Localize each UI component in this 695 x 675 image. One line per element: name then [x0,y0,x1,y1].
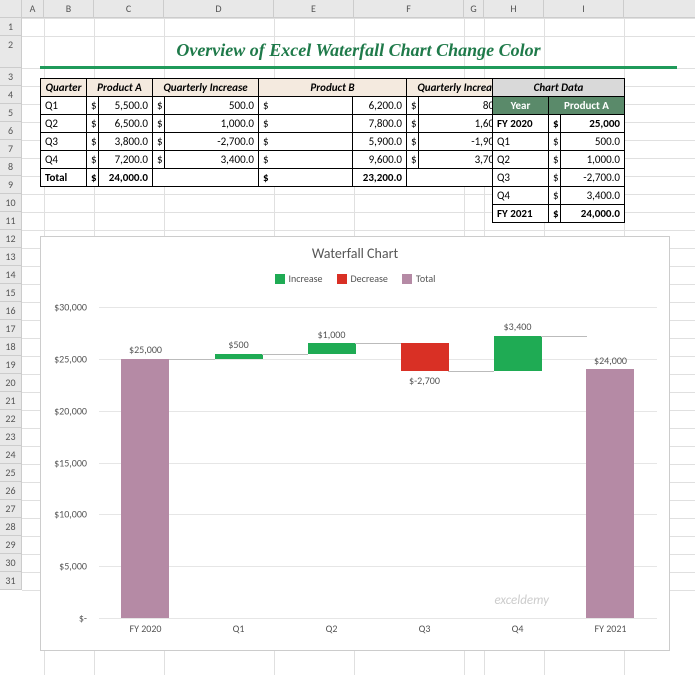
column-headers: ABCDEFGHI [0,0,695,18]
title-rule [40,66,677,69]
main-data-table[interactable]: QuarterProduct AQuarterly IncreaseProduc… [40,78,513,187]
page-title: Overview of Excel Waterfall Chart Change… [40,40,677,61]
x-axis: FY 2020Q1Q2Q3Q4FY 2021 [99,622,657,642]
chart-data-table[interactable]: Chart DataYearProduct AFY 2020$25,000Q1$… [492,78,625,223]
chart-legend: IncreaseDecreaseTotal [41,272,669,285]
row-headers: 1234567891011121314151617181920212223242… [0,18,22,590]
waterfall-chart[interactable]: Waterfall Chart IncreaseDecreaseTotal $3… [40,236,670,651]
worksheet[interactable]: Overview of Excel Waterfall Chart Change… [22,18,695,675]
chart-title: Waterfall Chart [41,245,669,262]
y-axis: $30,000$25,000$20,000$15,000$10,000$5,00… [41,307,93,618]
plot-area: $25,000$500$1,000$-2,700$3,400$24,000 [99,307,657,618]
watermark: exceldemy [494,593,549,608]
